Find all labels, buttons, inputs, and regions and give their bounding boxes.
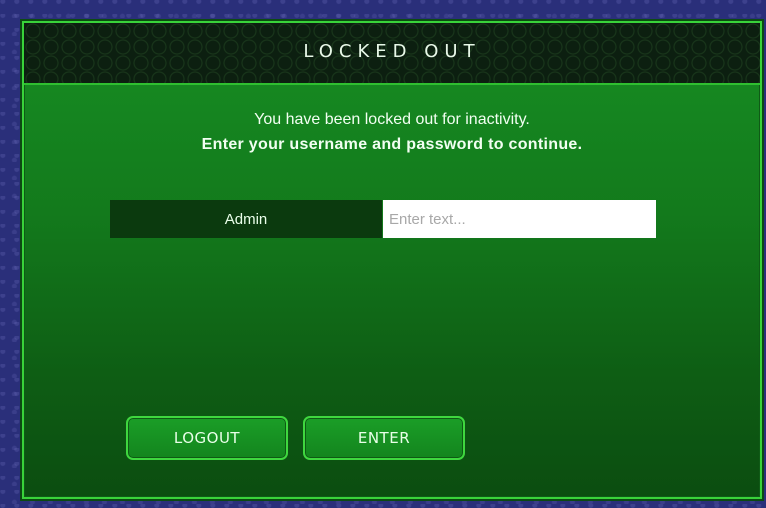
dialog-title: LOCKED OUT (303, 41, 481, 62)
username-display: Admin (110, 200, 382, 238)
logout-button[interactable]: LOGOUT (126, 416, 288, 460)
password-input[interactable] (383, 200, 656, 238)
locked-out-dialog: LOCKED OUT You have been locked out for … (22, 21, 762, 499)
dialog-titlebar: LOCKED OUT (24, 23, 760, 85)
enter-button[interactable]: ENTER (303, 416, 465, 460)
lockout-message: You have been locked out for inactivity. (254, 111, 530, 128)
lockout-instruction: Enter your username and password to cont… (201, 136, 583, 153)
